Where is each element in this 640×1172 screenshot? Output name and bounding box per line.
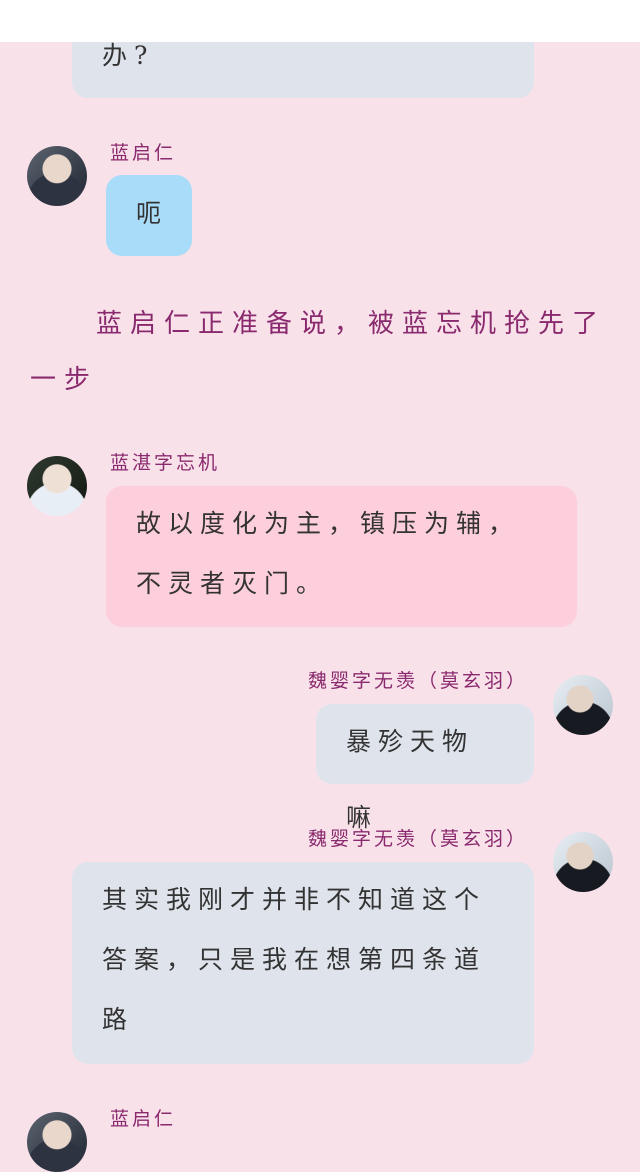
message-line: 故以度化为主，镇压为辅， xyxy=(136,509,521,538)
narration-text: 蓝启仁正准备说，被蓝忘机抢先了一步 xyxy=(30,309,607,395)
chat-bubble: 故以度化为主，镇压为辅， 不灵者灭门。 xyxy=(106,486,577,627)
message-line: 答案，只是我在想第四条道 xyxy=(102,945,487,974)
chat-bubble: 呃 xyxy=(106,175,192,256)
avatar-lan-wangji[interactable] xyxy=(27,456,87,516)
sender-name: 蓝启仁 xyxy=(110,142,177,164)
avatar-lan-qiren[interactable] xyxy=(27,146,87,206)
message-line: 不灵者灭门。 xyxy=(136,569,329,598)
message-line: 其实我刚才并非不知道这个 xyxy=(102,885,487,914)
sender-name: 蓝湛字忘机 xyxy=(110,452,221,474)
sender-name: 魏婴字无羡（莫玄羽） xyxy=(307,828,528,850)
avatar-lan-qiren[interactable] xyxy=(27,1112,87,1172)
avatar-wei-ying[interactable] xyxy=(553,675,613,735)
message-text: 呃 xyxy=(136,199,169,228)
sender-name: 魏婴字无羡（莫玄羽） xyxy=(307,670,528,692)
message-text: 暴殄天物嘛 xyxy=(346,727,475,832)
avatar-wei-ying[interactable] xyxy=(553,832,613,892)
chat-bubble: 暴殄天物嘛 xyxy=(316,704,534,832)
chat-bubble: 其实我刚才并非不知道这个 答案，只是我在想第四条道 路 xyxy=(72,862,534,1064)
sender-name: 蓝启仁 xyxy=(110,1108,177,1130)
top-bar-cover xyxy=(0,0,640,42)
message-line: 路 xyxy=(102,1005,135,1034)
